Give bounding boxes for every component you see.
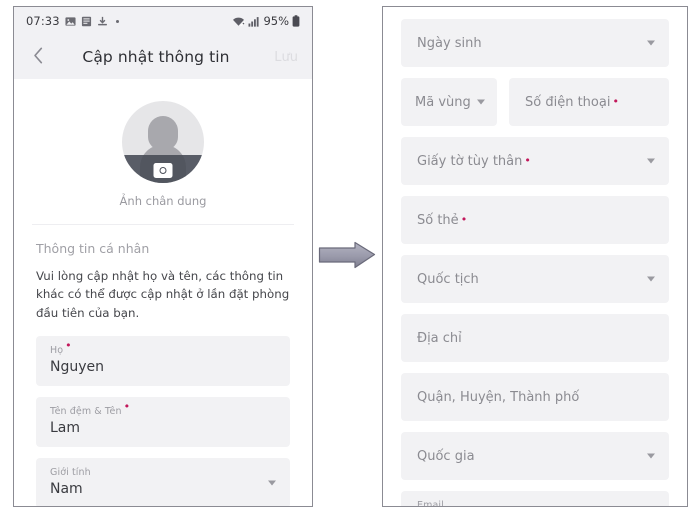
right-arrow	[318, 241, 376, 274]
dot-separator-icon	[115, 19, 119, 23]
field-placeholder: Địa chỉ	[417, 330, 462, 346]
chevron-down-icon	[477, 99, 485, 105]
field-gioi-tinh[interactable]: Giới tính Nam	[36, 457, 290, 506]
cellular-signal-icon	[248, 16, 260, 27]
field-dia-chi[interactable]: Địa chỉ	[401, 314, 669, 362]
field-placeholder: Quốc tịch	[417, 271, 479, 287]
section-description: Vui lòng cập nhật họ và tên, các thông t…	[36, 269, 290, 320]
field-placeholder: Số điện thoại	[525, 94, 611, 110]
battery-icon	[292, 15, 300, 27]
left-content: Ảnh chân dung Thông tin cá nhân Vui lòng…	[14, 79, 312, 506]
status-bar-left: 07:33	[26, 14, 119, 28]
field-label: Email	[417, 500, 444, 507]
section-title: Thông tin cá nhân	[36, 241, 150, 256]
field-label: Tên đệm & Tên •	[50, 399, 131, 417]
avatar[interactable]	[122, 101, 204, 183]
image-icon	[65, 16, 76, 27]
field-ho[interactable]: Họ • Nguyen	[36, 335, 290, 386]
field-value: Nam	[50, 480, 83, 497]
field-placeholder: Mã vùng	[415, 94, 471, 110]
field-email[interactable]: Email nlam5433@gmail.com	[401, 491, 669, 507]
field-value: Nguyen	[50, 358, 105, 375]
phone-row: Mã vùng Số điện thoại •	[401, 78, 669, 126]
field-label: Giới tính	[50, 466, 91, 478]
field-so-the[interactable]: Số thẻ •	[401, 196, 669, 244]
field-giay-to-tuy-than[interactable]: Giấy tờ tùy thân •	[401, 137, 669, 185]
field-ten-dem-ten[interactable]: Tên đệm & Tên • Lam	[36, 396, 290, 447]
field-placeholder: Giấy tờ tùy thân	[417, 153, 523, 169]
field-quoc-tich[interactable]: Quốc tịch	[401, 255, 669, 303]
battery-percent: 95%	[263, 14, 289, 28]
wifi-icon	[232, 16, 246, 27]
field-so-dien-thoai[interactable]: Số điện thoại •	[509, 78, 669, 126]
back-button[interactable]	[28, 46, 48, 68]
field-quoc-gia[interactable]: Quốc gia	[401, 432, 669, 480]
avatar-caption: Ảnh chân dung	[119, 194, 207, 208]
field-ma-vung[interactable]: Mã vùng	[401, 78, 497, 126]
required-marker: •	[123, 399, 131, 413]
camera-icon[interactable]	[153, 163, 173, 178]
avatar-block: Ảnh chân dung	[14, 79, 312, 208]
field-placeholder: Ngày sinh	[417, 35, 482, 51]
phone-screen-left: 07:33 95% Cập nhật thông tin Lưu Ảnh châ…	[13, 6, 313, 507]
status-time: 07:33	[26, 14, 60, 28]
camera-lens-shape	[159, 167, 167, 174]
field-placeholder: Quốc gia	[417, 448, 475, 464]
field-placeholder: Số thẻ	[417, 212, 459, 228]
field-ngay-sinh[interactable]: Ngày sinh	[401, 19, 669, 67]
download-icon	[97, 16, 108, 27]
chevron-down-icon	[647, 40, 655, 46]
field-value: Lam	[50, 419, 81, 436]
app-bar: Cập nhật thông tin Lưu	[14, 35, 312, 79]
field-label: Họ •	[50, 338, 72, 356]
document-icon	[81, 16, 92, 27]
chevron-down-icon	[647, 276, 655, 282]
chevron-left-icon	[33, 47, 44, 68]
required-marker: •	[65, 338, 72, 352]
status-bar-right: 95%	[232, 14, 300, 28]
right-content: Ngày sinh Mã vùng Số điện thoại • Giấy tờ…	[383, 7, 687, 506]
page-title: Cập nhật thông tin	[82, 48, 230, 66]
phone-screen-right: Ngày sinh Mã vùng Số điện thoại • Giấy tờ…	[382, 6, 688, 507]
field-placeholder: Quận, Huyện, Thành phố	[417, 389, 580, 405]
save-button[interactable]: Lưu	[264, 50, 298, 65]
field-quan-huyen-thanh-pho[interactable]: Quận, Huyện, Thành phố	[401, 373, 669, 421]
chevron-down-icon	[647, 453, 655, 459]
left-fields-list: Họ • Nguyen Tên đệm & Tên • Lam Giới tính …	[14, 322, 312, 506]
status-bar: 07:33 95%	[14, 7, 312, 35]
chevron-down-icon	[647, 158, 655, 164]
